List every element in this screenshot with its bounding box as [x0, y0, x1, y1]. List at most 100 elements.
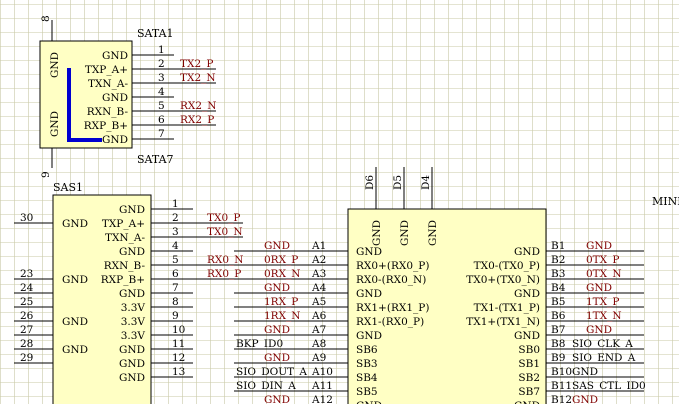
mini-right-pin-number: B11	[551, 380, 572, 392]
mini-right-pin-number: B4	[551, 282, 566, 294]
mini-left-net-label[interactable]: 0RX_N	[264, 268, 301, 280]
sata1-pin-number: 2	[158, 58, 165, 70]
mini-right-net-label[interactable]: 1TX_P	[586, 296, 619, 308]
mini-right-net-label[interactable]: GND	[586, 324, 612, 336]
sas1-left-pin-name: GND	[62, 344, 88, 356]
mini-left-pin-number: A2	[311, 254, 326, 266]
mini-left-pin-number: A1	[311, 240, 326, 252]
mini-right-net-label[interactable]: SAS_CTL_ID0	[572, 380, 646, 392]
sas1-pin-name: TXN_A-	[105, 232, 145, 244]
mini-left-net-label[interactable]: GND	[264, 240, 290, 252]
sas1-net-label[interactable]: TX0_N	[207, 226, 243, 238]
sas1-left-pin-name: GND	[62, 218, 88, 230]
sas1-pin-number: 1	[172, 198, 179, 210]
mini-right-pin-number: B10	[551, 366, 572, 378]
mini-left-pin-number: A12	[311, 394, 333, 404]
sas1-pin-number: 7	[172, 282, 179, 294]
mini-left-net-label[interactable]: GND	[264, 324, 290, 336]
sata1-pin-number: 4	[158, 86, 165, 98]
mini-right-net-label[interactable]: GND	[586, 282, 612, 294]
sata1-net-label[interactable]: TX2_N	[180, 72, 216, 84]
mini-right-pin-number: B2	[551, 254, 565, 266]
mini-top-pin-name: GND	[399, 220, 411, 246]
sas1-pin-number: 4	[172, 240, 179, 252]
mini-left-net-label[interactable]: 1RX_P	[264, 296, 298, 308]
mini-right-pin-name: SB2	[518, 372, 540, 384]
mini-left-net-label[interactable]: GND	[264, 352, 290, 364]
sata1-designator-bottom: SATA7	[137, 153, 174, 166]
mini-left-pin-number: A6	[311, 310, 327, 322]
mini-right-pin-name: TX1+(TX1_N)	[466, 316, 540, 328]
mini-left-net-label[interactable]: 1RX_N	[264, 310, 301, 322]
mini-right-net-label[interactable]: 0TX_N	[586, 268, 622, 280]
sas1-pin-number: 11	[172, 338, 185, 350]
mini-right-pin-number: B5	[551, 296, 565, 308]
sas1-left-pin-number: 24	[20, 282, 34, 294]
sata1-pin-name: GND	[102, 50, 128, 62]
sas1-pin-number: 5	[172, 254, 179, 266]
sas1-pin-name: 3.3V	[121, 330, 146, 342]
sas1-pin-name: RXP_B+	[101, 274, 145, 286]
sata1-net-label[interactable]: RX2_P	[180, 114, 214, 126]
mini-right-pin-name: SB0	[518, 344, 540, 356]
mini-left-net-label[interactable]: GND	[264, 282, 290, 294]
mini-right-pin-number: B7	[551, 324, 565, 336]
sas1-pin-name: 3.3V	[121, 302, 146, 314]
sata1-side-pin-bottom-num: 9	[40, 171, 52, 178]
mini-right-pin-name: GND	[514, 246, 540, 258]
mini-left-pin-name: RX0-(RX0_N)	[356, 274, 426, 286]
sas1-net-label[interactable]: TX0_P	[207, 212, 240, 224]
mini-left-net-label[interactable]: SIO_DOUT_A	[236, 366, 307, 378]
sas1-left-pin-number: 28	[20, 338, 33, 350]
mini-right-pin-name: GND	[514, 330, 540, 342]
sata1-pin-number: 1	[158, 44, 165, 56]
mini-left-net-label[interactable]: BKP_ID0	[236, 338, 283, 350]
mini-left-pin-name: GND	[356, 288, 382, 300]
sas1-left-pin-name: GND	[62, 316, 88, 328]
mini-left-pin-name: GND	[356, 330, 382, 342]
sas1-pin-name: RXN_B-	[104, 260, 146, 272]
sas1-left-pin-name: GND	[62, 274, 88, 286]
sata1-pin-name: TXN_A-	[88, 78, 128, 90]
mini-left-pin-number: A11	[311, 380, 333, 392]
mini-top-pin-number: D4	[420, 175, 432, 190]
mini-left-net-label[interactable]: 0RX_P	[264, 254, 298, 266]
sas1-net-label[interactable]: RX0_N	[207, 254, 244, 266]
sata1-side-pin-top-num: 8	[40, 15, 52, 22]
mini-right-pin-number: B12	[551, 394, 572, 404]
mini-right-pin-name: GND	[514, 288, 540, 300]
mini-right-net-label[interactable]: GND	[572, 394, 598, 404]
sas1-pin-number: 3	[172, 226, 179, 238]
schematic-sheet: 8 9 GND GND SATA1 SATA7 1 GND 2 TXP_A+ TX2_P…	[0, 0, 679, 404]
mini-right-pin-name: TX1-(TX1_P)	[474, 302, 540, 314]
sata1-pin-number: 7	[158, 128, 165, 140]
sas1-left-pin-number: 25	[20, 296, 33, 308]
mini-right-net-label[interactable]: SIO_CLK_A	[572, 338, 633, 350]
sas1-pin-number: 13	[172, 366, 185, 378]
sas1-left-pin-number: 30	[20, 212, 33, 224]
sas1-net-label[interactable]: RX0_P	[207, 268, 241, 280]
schematic-canvas: 8 9 GND GND SATA1 SATA7 1 GND 2 TXP_A+ TX2_P…	[0, 0, 679, 404]
sas1-pin-number: 8	[172, 296, 179, 308]
mini-right-net-label[interactable]: GND	[586, 240, 612, 252]
mini-left-pin-number: A5	[311, 296, 326, 308]
sata1-net-label[interactable]: RX2_N	[180, 100, 217, 112]
sata1-pin-number: 3	[158, 72, 165, 84]
mini-left-net-label[interactable]: SIO_DIN_A	[236, 380, 296, 392]
sas1-pin-name: GND	[119, 204, 145, 216]
mini-left-net-label[interactable]: GND	[264, 394, 290, 404]
mini-right-net-label[interactable]: SIO_END_A	[572, 352, 636, 364]
sata1-pin-number: 5	[158, 100, 165, 112]
sata1-designator: SATA1	[137, 27, 174, 40]
mini-right-net-label[interactable]: 0TX_P	[586, 254, 619, 266]
mini-right-pin-number: B8	[551, 338, 565, 350]
sata1-pin-number: 6	[158, 114, 165, 126]
mini-right-net-label[interactable]: GND	[572, 366, 598, 378]
mini-right-net-label[interactable]: 1TX_N	[586, 310, 622, 322]
mini-left-pin-name: SB5	[356, 386, 378, 398]
sas1-pin-number: 12	[172, 352, 185, 364]
mini-right-pin-number: B6	[551, 310, 566, 322]
sata1-net-label[interactable]: TX2_P	[180, 58, 213, 70]
sas1-pin-number: 10	[172, 324, 185, 336]
sas1-pin-name: GND	[119, 246, 145, 258]
